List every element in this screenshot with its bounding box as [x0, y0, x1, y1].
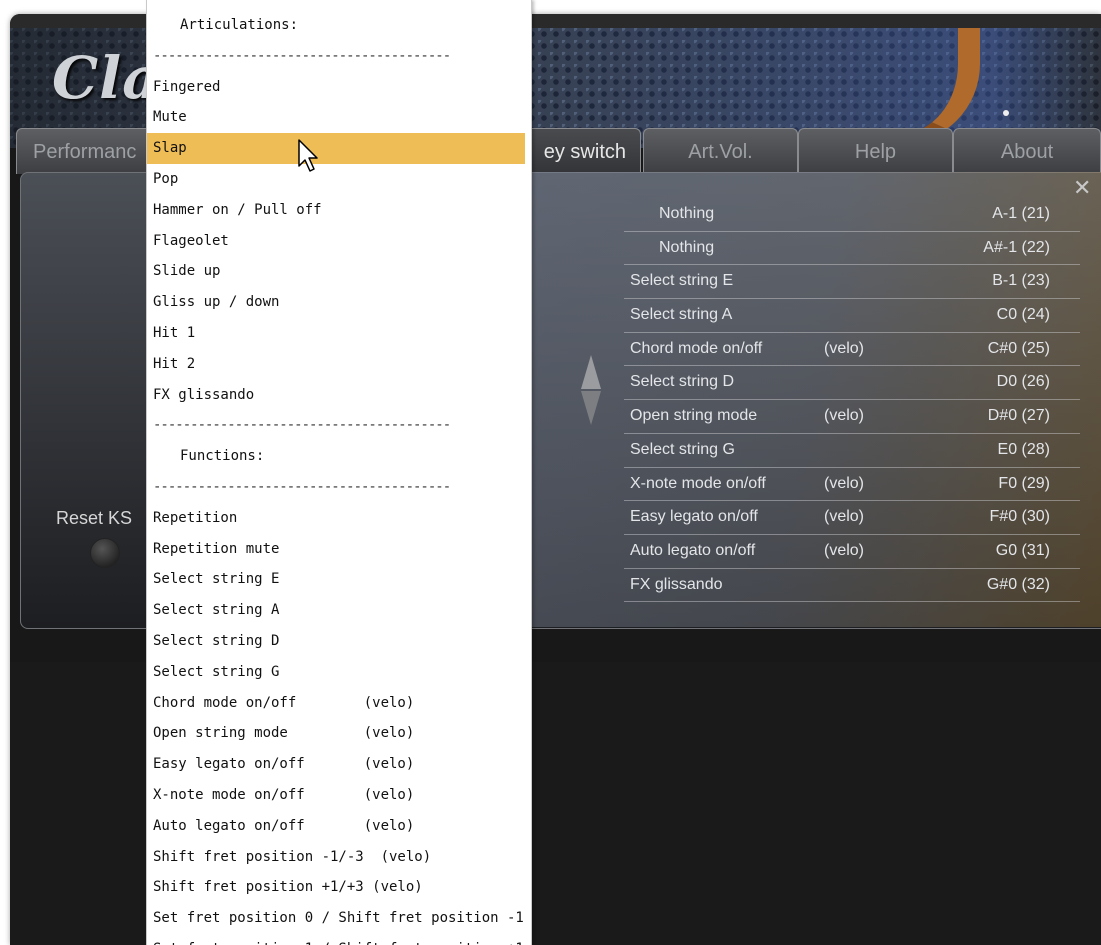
keyswitch-velo: (velo)	[824, 508, 865, 526]
keyswitch-note: G#0 (32)	[986, 575, 1050, 593]
keyswitch-name: Nothing	[659, 238, 715, 256]
menu-header: Articulations:	[180, 17, 299, 33]
menu-item[interactable]: Slap	[147, 133, 525, 164]
keyswitch-name: X-note mode on/off	[630, 474, 766, 492]
keyswitch-row[interactable]: FX glissando G#0 (32)	[624, 569, 1080, 603]
keyswitch-note: A-1 (21)	[992, 205, 1050, 222]
menu-item[interactable]: Open string mode (velo)	[147, 718, 531, 749]
menu-item[interactable]: Select string A	[147, 595, 531, 626]
keyswitch-note: C#0 (25)	[987, 339, 1050, 357]
menu-item[interactable]: Hammer on / Pull off	[147, 195, 531, 226]
menu-item[interactable]: Shift fret position -1/-3 (velo)	[147, 842, 531, 873]
menu-item[interactable]: Chord mode on/off (velo)	[147, 688, 531, 719]
tab-key-switch-label: ey switch	[543, 141, 626, 163]
keyswitch-row[interactable]: Select string E B-1 (23)	[624, 265, 1080, 300]
keyswitch-note: D#0 (27)	[987, 407, 1050, 425]
menu-item[interactable]: Select string G	[147, 657, 531, 688]
menu-item[interactable]: Fingered	[147, 72, 531, 103]
mouse-pointer-icon	[298, 139, 318, 172]
menu-header: Functions:	[180, 448, 265, 465]
keyswitch-name: Select string D	[630, 373, 735, 391]
menu-separator: ----------------------------------------	[153, 479, 451, 495]
menu-item[interactable]: Shift fret position +1/+3 (velo)	[147, 872, 531, 903]
keyswitch-velo: (velo)	[824, 474, 865, 492]
arrow-down-icon[interactable]	[581, 391, 601, 425]
keyswitch-row[interactable]: Nothing A#-1 (22)	[624, 232, 1080, 266]
menu-item[interactable]: Select string E	[147, 564, 531, 595]
menu-separator: ----------------------------------------	[153, 417, 451, 434]
keyswitch-note: B-1 (23)	[992, 272, 1050, 290]
keyswitch-note: E0 (28)	[997, 440, 1050, 458]
tab-help[interactable]: Help	[798, 128, 953, 174]
keyswitch-row[interactable]: Select string A C0 (24)	[624, 299, 1080, 333]
keyswitch-name: Chord mode on/off	[630, 339, 763, 357]
menu-item[interactable]: FX glissando	[147, 380, 531, 411]
keyswitch-name: Open string mode	[630, 407, 758, 425]
guitar-dot	[1003, 110, 1009, 116]
keyswitch-note: D0 (26)	[996, 373, 1050, 391]
tab-art-vol[interactable]: Art.Vol.	[643, 128, 798, 174]
menu-item[interactable]: Hit 1	[147, 318, 531, 349]
keyswitch-row[interactable]: Select string G E0 (28)	[624, 434, 1080, 468]
keyswitch-row[interactable]: Open string mode (velo) D#0 (27)	[624, 400, 1080, 434]
keyswitch-name: FX glissando	[630, 575, 723, 593]
keyswitch-note: A#-1 (22)	[983, 238, 1050, 256]
keyswitch-row[interactable]: Chord mode on/off (velo) C#0 (25)	[624, 333, 1080, 367]
menu-item[interactable]: Flageolet	[147, 226, 531, 257]
tab-about[interactable]: About	[953, 128, 1101, 174]
arrow-up-icon[interactable]	[581, 355, 601, 389]
logo: Cla	[52, 44, 161, 112]
reset-ks-label: Reset KS	[56, 508, 133, 528]
tab-performance-label: Performanc	[33, 141, 137, 163]
menu-item[interactable]: Hit 2	[147, 349, 531, 380]
keyswitch-name: Nothing	[659, 205, 715, 222]
tab-about-label: About	[1000, 141, 1054, 163]
keyswitch-name: Select string E	[630, 272, 734, 290]
keyswitch-name: Easy legato on/off	[630, 508, 758, 526]
keyswitch-note: F0 (29)	[998, 474, 1050, 492]
menu-item[interactable]: Repetition	[147, 503, 531, 534]
menu-item[interactable]: Mute	[147, 102, 531, 133]
menu-item[interactable]: X-note mode on/off (velo)	[147, 780, 531, 811]
keyswitch-note: F#0 (30)	[989, 508, 1050, 526]
keyswitch-note: G0 (31)	[995, 541, 1050, 559]
menu-item[interactable]: Easy legato on/off (velo)	[147, 749, 531, 780]
menu-separator: ----------------------------------------	[153, 47, 451, 64]
keyswitch-note: C0 (24)	[996, 306, 1050, 324]
keyswitch-row[interactable]: Auto legato on/off (velo) G0 (31)	[624, 535, 1080, 569]
keyswitch-velo: (velo)	[824, 339, 865, 357]
keyswitch-name: Select string G	[630, 440, 735, 458]
menu-item[interactable]: Repetition mute	[147, 534, 531, 565]
reset-ks-button[interactable]	[90, 538, 120, 568]
keyswitch-velo: (velo)	[824, 541, 865, 559]
keyswitch-row[interactable]: X-note mode on/off (velo) F0 (29)	[624, 468, 1080, 502]
menu-item[interactable]: Auto legato on/off (velo)	[147, 811, 531, 842]
menu-item[interactable]: Slide up	[147, 256, 531, 287]
keyswitch-row[interactable]: Easy legato on/off (velo) F#0 (30)	[624, 501, 1080, 535]
keyswitch-velo: (velo)	[824, 407, 865, 425]
articulation-dropdown-menu[interactable]: Articulations: --------------------------…	[146, 0, 532, 945]
menu-item[interactable]: Gliss up / down	[147, 287, 531, 318]
scroll-arrows[interactable]	[581, 355, 601, 425]
menu-item[interactable]: Set fret position 0 / Shift fret positio…	[147, 903, 531, 934]
menu-item[interactable]: Set fret position 1 / Shift fret positio…	[147, 934, 531, 945]
keyswitch-name: Select string A	[630, 306, 733, 324]
menu-item[interactable]: Select string D	[147, 626, 531, 657]
tab-help-label: Help	[854, 141, 897, 163]
keyswitch-table: Nothing A-1 (21) Nothing A#-1 (22) Select st…	[624, 198, 1080, 603]
menu-item[interactable]: Pop	[147, 164, 531, 195]
tab-art-vol-label: Art.Vol.	[688, 141, 753, 163]
keyswitch-name: Auto legato on/off	[630, 541, 756, 559]
keyswitch-row[interactable]: Select string D D0 (26)	[624, 366, 1080, 401]
keyswitch-row[interactable]: Nothing A-1 (21)	[624, 198, 1080, 232]
